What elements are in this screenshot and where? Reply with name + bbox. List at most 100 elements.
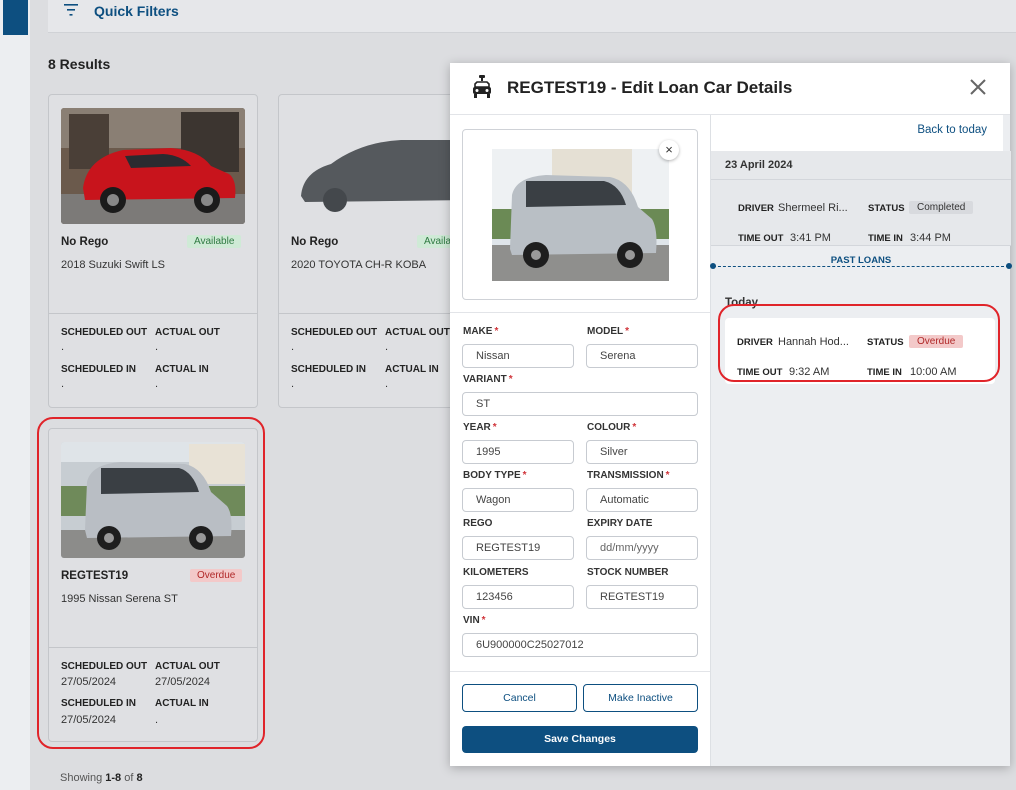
highlight-ring	[37, 417, 265, 749]
required-marker: *	[522, 470, 527, 481]
year-label: YEAR *	[463, 422, 497, 433]
save-changes-button[interactable]: Save Changes	[462, 726, 698, 753]
close-icon[interactable]	[968, 77, 988, 97]
required-marker: *	[492, 422, 497, 433]
status-label: STATUS	[868, 203, 905, 214]
vehicle-image-preview	[492, 149, 669, 281]
status-badge: Available	[187, 235, 242, 248]
make-label-text: MAKE	[463, 326, 493, 337]
remove-image-button[interactable]: ×	[659, 140, 679, 160]
time-in-value: 3:44 PM	[910, 232, 951, 244]
variant-label-text: VARIANT	[463, 374, 507, 385]
model-field[interactable]	[586, 344, 698, 368]
cancel-button[interactable]: Cancel	[462, 684, 577, 712]
required-marker: *	[481, 615, 486, 626]
actual-in-label: ACTUAL IN	[155, 364, 209, 375]
colour-label: COLOUR *	[587, 422, 636, 433]
required-marker: *	[665, 470, 670, 481]
vehicle-model: 2018 Suzuki Swift LS	[61, 259, 165, 271]
highlight-ring	[718, 304, 1000, 382]
vehicle-rego: No Rego	[291, 236, 339, 248]
kilometers-field[interactable]	[462, 585, 574, 609]
vehicle-card[interactable]: No Rego Available 2018 Suzuki Swift LS S…	[48, 94, 258, 408]
body-type-label: BODY TYPE *	[463, 470, 527, 481]
scheduled-in-value: .	[61, 378, 65, 390]
body-type-label-text: BODY TYPE	[463, 470, 521, 481]
car-icon	[473, 75, 491, 98]
history-divider	[711, 245, 1011, 246]
required-marker: *	[494, 326, 499, 337]
form-divider	[450, 671, 710, 672]
history-divider	[711, 179, 1011, 180]
filter-icon	[64, 4, 78, 16]
vehicle-image-upload[interactable]: ×	[462, 129, 698, 300]
stock-number-label: STOCK NUMBER	[587, 567, 669, 578]
showing-range: 1-8	[105, 772, 122, 784]
pagination-summary: Showing 1-8 of 8	[60, 772, 143, 784]
actual-out-value: .	[155, 341, 159, 353]
time-in-label: TIME IN	[868, 233, 903, 244]
left-nav-strip	[0, 0, 30, 790]
actual-out-label: ACTUAL OUT	[155, 327, 220, 338]
driver-label: DRIVER	[738, 203, 774, 214]
colour-label-text: COLOUR	[587, 422, 631, 433]
rego-label: REGO	[463, 518, 493, 529]
past-loans-label: PAST LOANS	[711, 255, 1011, 266]
colour-field[interactable]	[586, 440, 698, 464]
scheduled-out-label: SCHEDULED OUT	[61, 327, 148, 338]
vin-label: VIN *	[463, 615, 486, 626]
actual-in-value: .	[385, 378, 389, 390]
variant-label: VARIANT *	[463, 374, 513, 385]
back-to-today-link[interactable]: Back to today	[917, 124, 987, 136]
body-type-field[interactable]	[462, 488, 574, 512]
quick-filters-label: Quick Filters	[94, 3, 179, 19]
transmission-label-text: TRANSMISSION	[587, 470, 664, 481]
card-divider	[49, 313, 257, 314]
status-badge: Completed	[909, 201, 974, 214]
required-marker: *	[508, 374, 513, 385]
vehicle-photo	[61, 108, 245, 224]
year-label-text: YEAR	[463, 422, 491, 433]
model-label-text: MODEL	[587, 326, 624, 337]
scheduled-out-value: .	[291, 341, 295, 353]
vin-field[interactable]	[462, 633, 698, 657]
quick-filters-bar[interactable]: Quick Filters	[48, 0, 1016, 33]
loan-history-panel: Back to today 23 April 2024 DRIVER Sherm…	[710, 115, 1012, 766]
past-loans-divider	[713, 266, 1009, 267]
showing-prefix: Showing	[60, 772, 106, 784]
showing-total: 8	[136, 772, 143, 784]
time-out-label: TIME OUT	[738, 233, 784, 244]
past-loan-date: 23 April 2024	[725, 159, 793, 171]
edit-loan-car-modal: REGTEST19 - Edit Loan Car Details × MAKE…	[450, 63, 1012, 766]
make-inactive-button[interactable]: Make Inactive	[583, 684, 698, 712]
results-count: 8 Results	[48, 56, 111, 72]
make-label: MAKE *	[463, 326, 498, 337]
vehicle-photo-placeholder	[291, 108, 475, 224]
modal-title: REGTEST19 - Edit Loan Car Details	[507, 78, 793, 97]
year-field[interactable]	[462, 440, 574, 464]
nav-accent	[3, 0, 28, 35]
scheduled-out-label: SCHEDULED OUT	[291, 327, 378, 338]
actual-out-label: ACTUAL OUT	[385, 327, 450, 338]
rego-field[interactable]	[462, 536, 574, 560]
stock-number-field[interactable]	[586, 585, 698, 609]
kilometers-label: KILOMETERS	[463, 567, 529, 578]
scheduled-in-value: .	[291, 378, 295, 390]
variant-field[interactable]	[462, 392, 698, 416]
expiry-date-label: EXPIRY DATE	[587, 518, 653, 529]
required-marker: *	[625, 326, 630, 337]
expiry-date-field[interactable]	[586, 536, 698, 560]
actual-in-value: .	[155, 378, 159, 390]
form-divider	[450, 312, 710, 313]
scheduled-out-value: .	[61, 341, 65, 353]
make-field[interactable]	[462, 344, 574, 368]
scheduled-in-label: SCHEDULED IN	[61, 364, 137, 375]
vehicle-rego: No Rego	[61, 236, 109, 248]
scheduled-in-label: SCHEDULED IN	[291, 364, 367, 375]
past-loans-label-text: PAST LOANS	[824, 255, 898, 266]
actual-out-value: .	[385, 341, 389, 353]
vehicle-form: × MAKE* MODEL* VARIANT* YEAR* COLOUR* BO…	[450, 115, 710, 766]
transmission-field[interactable]	[586, 488, 698, 512]
required-marker: *	[632, 422, 637, 433]
actual-in-label: ACTUAL IN	[385, 364, 439, 375]
